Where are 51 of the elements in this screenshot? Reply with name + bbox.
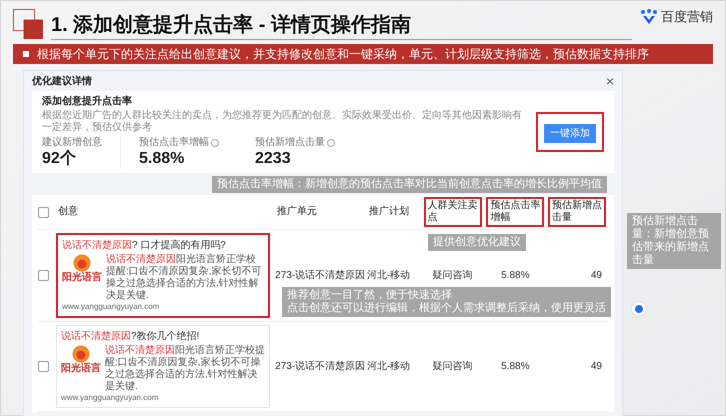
column-header[interactable]: 推广计划 [366, 205, 411, 219]
checkbox[interactable] [38, 361, 49, 372]
stat-value: 92个 [42, 149, 77, 169]
help-icon[interactable] [211, 139, 219, 147]
slide-title: 1. 添加创意提升点击率 - 详情页操作指南 [51, 13, 632, 40]
ad-description: 说话不清楚原因阳光语言矫正学校提醒:口齿不清原因复杂,家长切不可操之过急选择合适的方法,针对性解决是关键. [106, 254, 262, 302]
column-header[interactable]: 预估点击率增幅 [486, 197, 544, 227]
column-header[interactable]: 人群关注卖点 [424, 197, 482, 227]
table-cell-text: 5.88% [500, 269, 530, 283]
table-cell-text: 5.88% [500, 360, 530, 374]
logo-text: 阳光语言 [60, 363, 101, 374]
ad-description: 说话不清楚原因阳光语言矫正学校提醒:口齿不清原因复杂,家长切不可操之过急选择合适的方法,针对性解决是关键. [104, 345, 265, 393]
stat-label: 建议新增创意 [42, 137, 102, 149]
column-header[interactable]: 推广单元 [275, 205, 320, 219]
column-header[interactable]: 创意 [56, 205, 80, 219]
squares-icon [13, 8, 43, 38]
table-cell-text: 49 [590, 360, 603, 374]
chat-bubble-icon[interactable] [631, 301, 647, 317]
table-cell-text: 273-说话不清楚原因 [275, 360, 366, 374]
help-icon[interactable] [327, 139, 335, 147]
callout-note: 推荐创意一目了然，便于快速选择 点击创意还可以进行编辑，根据个人需求调整后采纳，使用更灵活 [282, 287, 611, 317]
table-cell-text: 273-说话不清楚原因 [275, 268, 366, 283]
stat-label: 预估点击率增幅 [139, 137, 209, 149]
dialog-title: 优化建议详情 [32, 74, 92, 88]
table-cell-text: 河北-移动 [366, 268, 412, 283]
stat-label: 预估新增点击量 [255, 137, 325, 149]
table-cell-text: 疑问咨询 [432, 360, 474, 374]
brand-logo-icon [640, 8, 658, 25]
stat-value: 2233 [255, 149, 292, 169]
callout-note: 预估点击率增幅：新增创意的预估点击率对比当前创意点击率的增长比例平均值 [212, 176, 607, 192]
logo-icon [72, 345, 90, 363]
callout-note: 预估新增点击量：新增创意预估带来的新增点击量 [627, 213, 721, 269]
ad-headline: 说话不清楚原因? 口才提高的有用吗? [62, 239, 227, 252]
close-button[interactable]: × [606, 74, 614, 88]
checkbox[interactable] [38, 270, 49, 281]
ad-headline: 说话不清楚原因?教你几个绝招! [60, 330, 200, 343]
column-header[interactable]: 预估新增点击量 [548, 197, 606, 227]
banner: 根据每个单元下的关注点给出创意建议，并支持修改创意和一键采纳，单元、计划层级支持筛选，预估数据支持排序 [13, 44, 713, 64]
stat-value: 5.88% [139, 149, 186, 169]
logo-icon [72, 254, 91, 272]
callout-note: 提供创意优化建议 [428, 234, 526, 251]
summary-description: 根据您近期广告的人群比较关注的卖点，为您推荐更为匹配的创意。实际效果受出价、定向等其他因素影响有一定差异，预估仅供参考 [42, 110, 523, 134]
summary-heading: 添加创意提升点击率 [42, 95, 133, 108]
checkbox[interactable] [38, 206, 49, 218]
table-cell-text: 河北-移动 [366, 360, 412, 374]
table-cell-text: 疑问咨询 [432, 268, 474, 283]
logo-text: 阳光语言 [62, 272, 102, 283]
table-cell-text: 49 [590, 269, 603, 283]
brand-name: 百度营销 [661, 8, 713, 26]
ad-url: www.yangguangyuyan.com [60, 393, 160, 403]
ad-url: www.yangguangyuyan.com [62, 302, 160, 312]
